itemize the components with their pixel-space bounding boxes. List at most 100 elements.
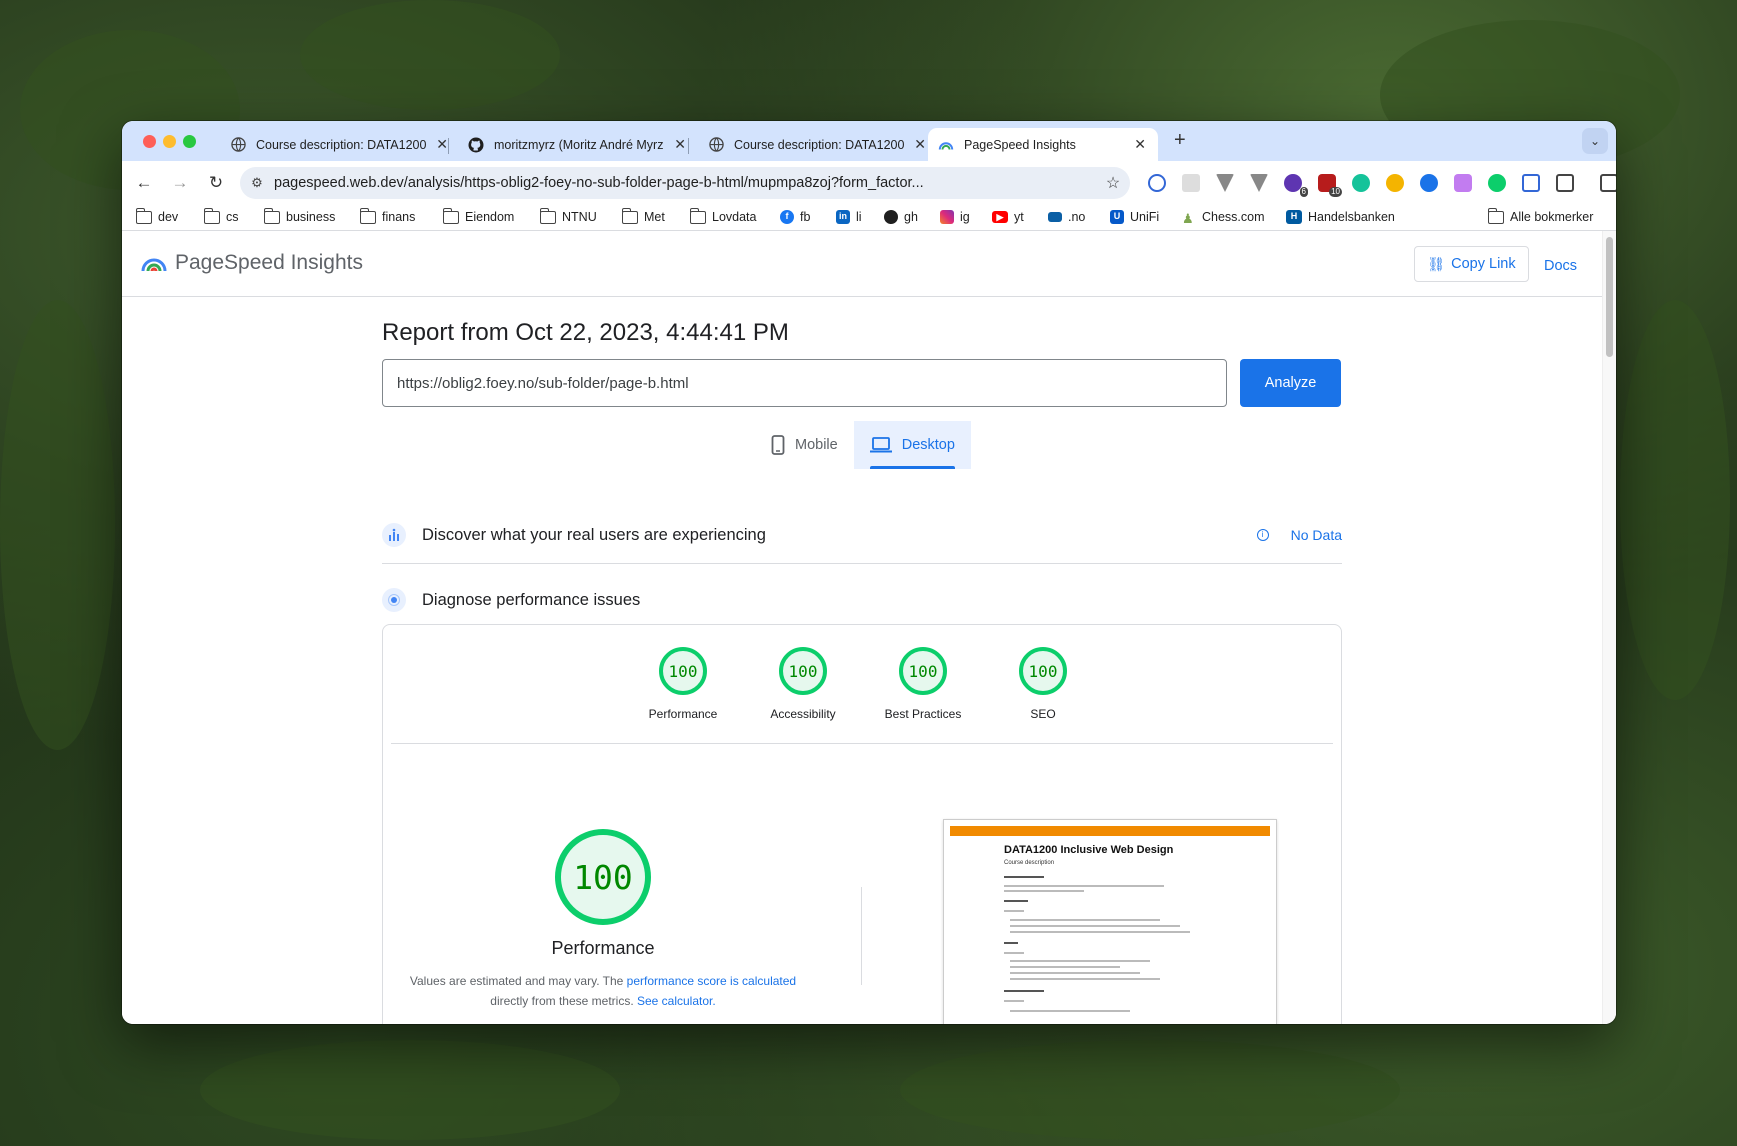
github-icon xyxy=(468,137,484,153)
bookmark-lovdata[interactable]: Lovdata xyxy=(689,207,756,224)
back-arrow-icon[interactable]: ← xyxy=(132,171,156,195)
domeneshop-icon xyxy=(1048,212,1062,222)
browser-toolbar: ← → ↻ ⚙ pagespeed.web.dev/analysis/https… xyxy=(122,161,1616,205)
bookmark-dev[interactable]: dev xyxy=(135,207,178,224)
analyze-button[interactable]: Analyze xyxy=(1240,359,1341,407)
github-icon xyxy=(884,210,898,224)
score-value: 100 xyxy=(659,647,707,695)
users-chart-icon xyxy=(382,523,406,547)
score-calculated-link[interactable]: performance score is calculated xyxy=(627,974,796,988)
pagespeed-icon xyxy=(938,137,954,153)
site-info-icon[interactable]: ⚙ xyxy=(240,175,274,191)
copy-link-button[interactable]: ⛓ Copy Link xyxy=(1414,246,1529,282)
youtube-icon: ▶ xyxy=(992,211,1008,223)
bookmark-no[interactable]: .no xyxy=(1048,210,1085,224)
close-window-button[interactable] xyxy=(143,135,156,148)
bookmark-met[interactable]: Met xyxy=(621,207,665,224)
minimize-window-button[interactable] xyxy=(163,135,176,148)
extension-icon[interactable] xyxy=(1488,174,1506,192)
instagram-icon xyxy=(940,210,954,224)
new-tab-button[interactable]: + xyxy=(1174,129,1186,152)
vertical-divider xyxy=(861,887,862,985)
no-data-indicator: i No Data xyxy=(1256,527,1342,543)
card-divider xyxy=(391,743,1333,744)
browser-tab-active[interactable]: PageSpeed Insights ✕ xyxy=(928,128,1158,161)
bookmark-cs[interactable]: cs xyxy=(203,207,239,224)
close-tab-icon[interactable]: ✕ xyxy=(436,136,448,153)
gauge-seo[interactable]: 100 SEO xyxy=(983,647,1103,721)
diagnose-title: Diagnose performance issues xyxy=(422,590,641,609)
scrollbar-thumb[interactable] xyxy=(1606,237,1613,357)
extension-icon[interactable] xyxy=(1250,174,1268,192)
pagespeed-logo-icon xyxy=(141,258,167,272)
page-scrollbar[interactable] xyxy=(1602,231,1616,1024)
address-bar[interactable]: ⚙ pagespeed.web.dev/analysis/https-oblig… xyxy=(240,167,1130,199)
bookmark-chess[interactable]: ♟ Chess.com xyxy=(1182,210,1265,226)
extension-icon[interactable] xyxy=(1522,174,1540,192)
globe-icon xyxy=(230,137,246,153)
close-tab-icon[interactable]: ✕ xyxy=(914,136,926,153)
extension-icon[interactable]: 10 xyxy=(1318,174,1342,197)
tab-search-chevron-icon[interactable]: ⌄ xyxy=(1582,128,1608,154)
address-url[interactable]: pagespeed.web.dev/analysis/https-oblig2-… xyxy=(274,175,1096,191)
bookmark-ntnu[interactable]: NTNU xyxy=(539,207,597,224)
diagnostics-card: 100 Performance 100 Accessibility 100 Be… xyxy=(382,624,1342,1024)
bookmark-li[interactable]: in li xyxy=(836,210,862,224)
url-input[interactable]: https://oblig2.foey.no/sub-folder/page-b… xyxy=(382,359,1227,407)
folder-icon xyxy=(203,207,220,224)
grammarly-icon[interactable] xyxy=(1352,174,1370,192)
bookmark-handelsbanken[interactable]: H Handelsbanken xyxy=(1286,210,1395,224)
psi-logo-text: PageSpeed Insights xyxy=(175,251,363,274)
bookmark-star-icon[interactable]: ☆ xyxy=(1096,173,1130,193)
extension-icon[interactable]: 6 xyxy=(1284,174,1308,197)
extension-icon[interactable] xyxy=(1386,174,1404,192)
close-tab-icon[interactable]: ✕ xyxy=(674,136,686,153)
extension-icon[interactable] xyxy=(1420,174,1438,192)
forward-arrow-icon[interactable]: → xyxy=(168,171,192,195)
real-users-title: Discover what your real users are experi… xyxy=(422,525,766,544)
tab-mobile[interactable]: Mobile xyxy=(755,421,854,469)
folder-icon xyxy=(442,207,459,224)
tab-desktop[interactable]: Desktop xyxy=(853,421,971,469)
gauge-best-practices[interactable]: 100 Best Practices xyxy=(863,647,983,721)
folder-icon xyxy=(135,207,152,224)
bookmark-fb[interactable]: f fb xyxy=(780,210,810,224)
score-value: 100 xyxy=(899,647,947,695)
extension-icon[interactable] xyxy=(1216,174,1234,192)
bookmark-yt[interactable]: ▶ yt xyxy=(992,210,1024,224)
bookmark-gh[interactable]: gh xyxy=(884,210,918,224)
browser-tab[interactable]: moritzmyrz (Moritz André Myrz ✕ xyxy=(458,128,698,161)
bookmark-ig[interactable]: ig xyxy=(940,210,970,224)
extension-icon[interactable] xyxy=(1148,174,1166,192)
screenshot-title: DATA1200 Inclusive Web Design xyxy=(1004,844,1174,856)
performance-note: Values are estimated and may vary. The p… xyxy=(409,974,797,1008)
report-date: Report from Oct 22, 2023, 4:44:41 PM xyxy=(382,319,789,346)
bookmarks-bar: dev cs business finans Eiendom NTNU Met … xyxy=(122,205,1616,231)
docs-link[interactable]: Docs xyxy=(1544,258,1577,274)
psi-logo[interactable]: PageSpeed Insights xyxy=(141,251,363,275)
see-calculator-link[interactable]: See calculator. xyxy=(637,994,716,1008)
bookmark-eiendom[interactable]: Eiendom xyxy=(442,207,514,224)
info-icon: i xyxy=(1256,529,1269,541)
close-tab-icon[interactable]: ✕ xyxy=(1134,136,1146,153)
gauge-performance[interactable]: 100 Performance xyxy=(623,647,743,721)
extension-badge: 6 xyxy=(1299,187,1308,197)
bookmark-finans[interactable]: finans xyxy=(359,207,415,224)
extension-icon[interactable] xyxy=(1182,174,1200,192)
extension-icon[interactable] xyxy=(1454,174,1472,192)
side-panel-icon[interactable] xyxy=(1600,174,1616,192)
phone-icon xyxy=(771,435,785,455)
folder-icon xyxy=(359,207,376,224)
browser-tab[interactable]: Course description: DATA1200 ✕ xyxy=(220,128,460,161)
maximize-window-button[interactable] xyxy=(183,135,196,148)
gauge-accessibility[interactable]: 100 Accessibility xyxy=(743,647,863,721)
tab-title: Course description: DATA1200 xyxy=(256,137,426,152)
all-bookmarks[interactable]: Alle bokmerker xyxy=(1487,207,1593,224)
folder-icon xyxy=(539,207,556,224)
extensions-puzzle-icon[interactable] xyxy=(1556,174,1574,192)
bookmark-business[interactable]: business xyxy=(263,207,335,224)
browser-tab[interactable]: Course description: DATA1200 ✕ xyxy=(698,128,938,161)
real-users-section[interactable]: Discover what your real users are experi… xyxy=(382,515,1342,555)
bookmark-unifi[interactable]: U UniFi xyxy=(1110,210,1159,224)
reload-icon[interactable]: ↻ xyxy=(204,171,228,195)
